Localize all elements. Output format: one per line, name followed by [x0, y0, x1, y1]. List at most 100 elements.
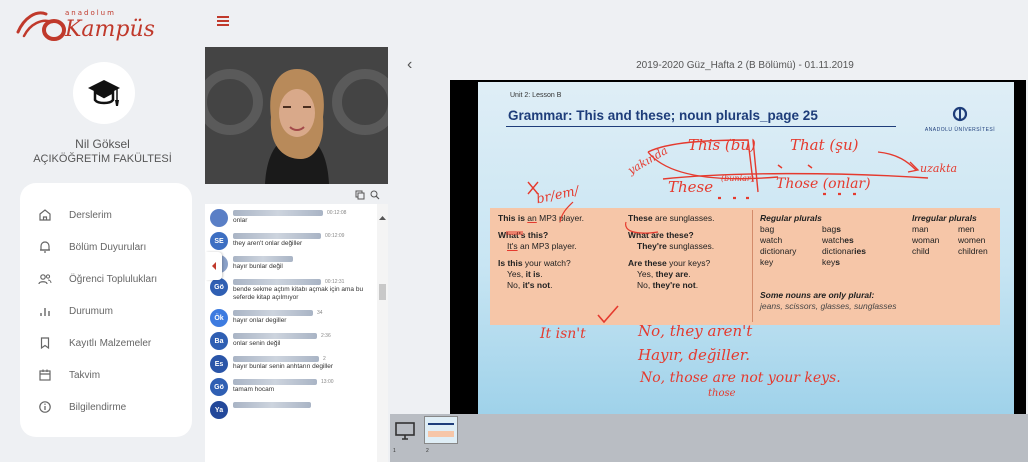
- search-icon[interactable]: [370, 190, 380, 200]
- scroll-thumb[interactable]: [379, 284, 386, 300]
- chat-text: bende sekme açtım kitabı açmak için ama …: [233, 286, 364, 301]
- chat-message: Gö 00:12:31 bende sekme açtım kitabı açm…: [205, 273, 388, 304]
- main-menu: Derslerim Bölüm Duyuruları Öğrenci Toplu…: [20, 183, 192, 437]
- blurred-name: [233, 232, 321, 239]
- chat-message: SE 00:12:09 they aren't onlar değiller: [205, 227, 388, 250]
- ann-it-isnt: It isn't: [540, 326, 586, 342]
- chat-time: 00:12:09: [325, 232, 345, 239]
- blurred-name: [233, 332, 317, 339]
- chat-avatar: SE: [210, 232, 228, 250]
- ann-that: That (şu): [790, 136, 859, 154]
- chat-avatar: Ya: [210, 401, 228, 419]
- sidebar: anadolum Kampüs Nil Göksel AÇIKÖĞRETİM F…: [0, 0, 205, 462]
- menu-item-label: Öğrenci Toplulukları: [69, 273, 158, 285]
- chat-message: Ba 2:36 onlar senin değil: [205, 327, 388, 350]
- users-icon: [38, 274, 52, 285]
- slide-thumbnail[interactable]: [424, 416, 458, 444]
- chat-time: 00:12:08: [327, 209, 347, 216]
- menu-item-bilgilendirme[interactable]: Bilgilendirme: [20, 391, 192, 423]
- menu-item-bolum-duyurulari[interactable]: Bölüm Duyuruları: [20, 231, 192, 263]
- menu-item-label: Bölüm Duyuruları: [69, 241, 147, 253]
- bell-icon: [40, 241, 50, 253]
- chat-avatar: [210, 209, 228, 227]
- chat-text: hayır bunlar değil: [233, 263, 283, 270]
- thumb-number: 2: [426, 448, 429, 454]
- graduation-cap-icon: [88, 80, 120, 106]
- presenter-video: [205, 47, 388, 184]
- blurred-name: [233, 309, 313, 316]
- video-toolbar: [205, 186, 388, 204]
- blurred-name: [233, 255, 293, 262]
- user-faculty: AÇIKÖĞRETİM FAKÜLTESİ: [33, 153, 172, 165]
- calendar-icon: [39, 369, 51, 381]
- chat-avatar: Ök: [210, 309, 228, 327]
- ann-uzakta: uzakta: [920, 162, 958, 175]
- logo-swirl-icon: [16, 11, 66, 41]
- slide: Unit 2: Lesson B Grammar: This and these…: [478, 82, 1014, 414]
- chat-message: Ök 34 hayır onlar degiller: [205, 304, 388, 327]
- ann-hayir-degiller: Hayır, değiller.: [638, 346, 750, 364]
- brand-main: Kampüs: [65, 17, 155, 42]
- caret-left-icon: [212, 262, 216, 270]
- scroll-up-icon[interactable]: [377, 214, 388, 222]
- bookmark-icon: [40, 337, 50, 350]
- ann-bunlar: (bunlar): [721, 174, 754, 183]
- ann-no-those: No, those are not your keys.: [640, 370, 841, 386]
- presentation-title: 2019-2020 Güz_Hafta 2 (B Bölümü) - 01.11…: [636, 60, 854, 71]
- avatar[interactable]: [73, 62, 135, 124]
- menu-item-label: Takvim: [69, 369, 101, 381]
- user-name: Nil Göksel: [75, 137, 130, 151]
- chat-time: 34: [317, 309, 323, 316]
- blurred-name: [233, 278, 321, 285]
- copy-icon[interactable]: [355, 190, 365, 200]
- chat-text: hayır onlar degiller: [233, 317, 287, 324]
- home-icon: [39, 209, 51, 221]
- chat-avatar: Gö: [210, 378, 228, 396]
- ann-those: Those (onlar): [776, 176, 871, 192]
- chat-time: 00:12:31: [325, 278, 345, 285]
- blurred-name: [233, 401, 311, 408]
- chat-scrollbar[interactable]: [377, 204, 388, 462]
- blurred-name: [233, 378, 317, 385]
- info-icon: [39, 401, 51, 413]
- ann-those-small: those: [708, 388, 736, 399]
- chat-text: onlar: [233, 217, 248, 224]
- handwriting-strokes: [506, 139, 929, 324]
- menu-item-durumum[interactable]: Durumum: [20, 295, 192, 327]
- back-chevron-icon[interactable]: ‹: [407, 56, 412, 74]
- blurred-name: [233, 355, 319, 362]
- chat-message: hayır bunlar değil: [205, 250, 388, 273]
- chat-avatar: Gö: [210, 278, 228, 296]
- hamburger-menu-icon[interactable]: [217, 16, 229, 26]
- slide-thumbnails: 1 2: [390, 414, 1028, 462]
- brand-logo[interactable]: anadolum Kampüs: [10, 6, 160, 46]
- chat-time: 2: [323, 355, 326, 362]
- menu-item-kayitli-malzemeler[interactable]: Kayıtlı Malzemeler: [20, 327, 192, 359]
- menu-item-label: Durumum: [69, 305, 113, 317]
- collapse-panel-button[interactable]: [206, 252, 222, 280]
- menu-item-ogrenci-topluluklari[interactable]: Öğrenci Toplulukları: [20, 263, 192, 295]
- chat-text: they aren't onlar değiller: [233, 240, 303, 247]
- menu-item-label: Bilgilendirme: [69, 401, 127, 413]
- brand-small: anadolum: [65, 9, 116, 17]
- monitor-icon[interactable]: [394, 420, 416, 442]
- chat-time: 13:00: [321, 378, 334, 385]
- ann-this: This (bu): [688, 136, 756, 154]
- bar-chart-icon: [40, 308, 50, 316]
- thumb-number: 1: [393, 448, 396, 454]
- chat-message: Es 2 hayır bunlar senin anhtarın degille…: [205, 350, 388, 373]
- ann-these: These: [668, 178, 714, 196]
- chat-text: tamam hocam: [233, 386, 275, 393]
- menu-item-derslerim[interactable]: Derslerim: [20, 199, 192, 231]
- menu-item-takvim[interactable]: Takvim: [20, 359, 192, 391]
- blurred-name: [233, 209, 323, 216]
- chat-time: 2:36: [321, 332, 331, 339]
- ann-no-they-arent: No, they aren't: [638, 322, 753, 340]
- chat-panel: 00:12:08 onlar SE 00:12:09 they aren't o…: [205, 204, 388, 462]
- menu-item-label: Kayıtlı Malzemeler: [69, 337, 152, 349]
- chat-avatar: Es: [210, 355, 228, 373]
- chat-text: onlar senin değil: [233, 340, 281, 347]
- chat-message: 00:12:08 onlar: [205, 204, 388, 227]
- chat-message: Gö 13:00 tamam hocam: [205, 373, 388, 396]
- chat-avatar: Ba: [210, 332, 228, 350]
